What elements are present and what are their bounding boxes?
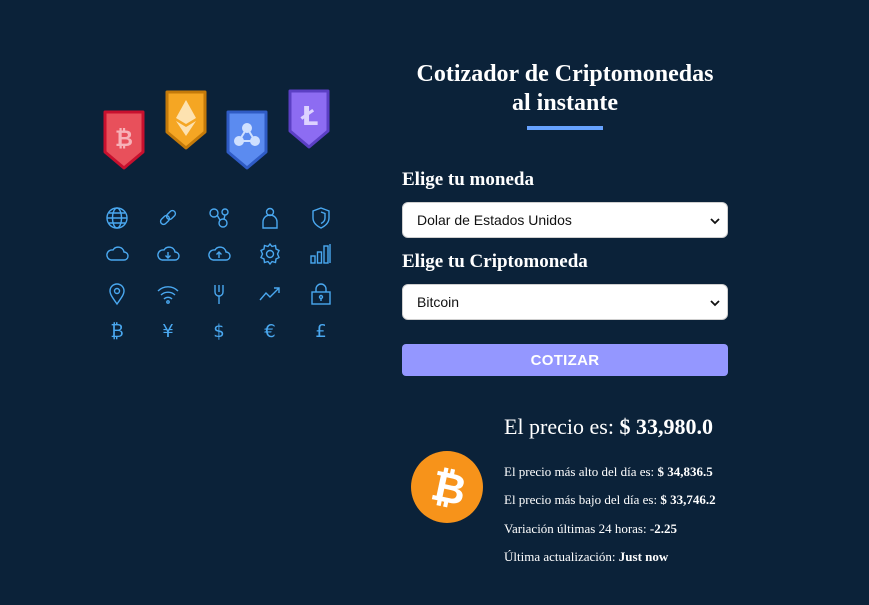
- currency-select-value: Dolar de Estados Unidos: [417, 212, 572, 228]
- title-line-1: Cotizador de Criptomonedas: [416, 61, 714, 87]
- svg-text:$: $: [213, 321, 224, 342]
- fork-icon: [206, 281, 232, 307]
- bitcoin-symbol-icon: ₿: [104, 317, 130, 343]
- crypto-select[interactable]: Bitcoin: [402, 284, 728, 320]
- title-underline: [527, 126, 603, 130]
- cotizar-button[interactable]: COTIZAR: [402, 344, 728, 376]
- price-label: El precio es:: [504, 414, 614, 439]
- price-main: El precio es: $ 33,980.0: [504, 414, 713, 440]
- change-value: -2.25: [649, 521, 677, 536]
- low-price-label: El precio más bajo del día es:: [504, 492, 658, 507]
- currency-select[interactable]: Dolar de Estados Unidos: [402, 202, 728, 238]
- svg-text:Ł: Ł: [300, 102, 319, 132]
- dollar-icon: $: [206, 317, 232, 343]
- bitcoin-coin-icon: ₿: [411, 451, 483, 523]
- high-price-value: $ 34,836.5: [657, 464, 713, 479]
- shield-icon: [308, 205, 334, 231]
- trend-up-icon: [257, 281, 283, 307]
- updated-value: Just now: [618, 549, 669, 564]
- svg-text:£: £: [315, 321, 326, 342]
- chevron-down-icon: [710, 300, 720, 307]
- gear-icon: [257, 241, 283, 267]
- crypto-label: Elige tu Criptomoneda: [402, 251, 588, 272]
- user-icon: [257, 205, 283, 231]
- low-price-line: El precio más bajo del día es: $ 33,746.…: [504, 492, 716, 508]
- pound-icon: £: [308, 317, 334, 343]
- wifi-icon: [155, 281, 181, 307]
- change-label: Variación últimas 24 horas:: [504, 521, 647, 536]
- high-price-label: El precio más alto del día es:: [504, 464, 655, 479]
- lock-icon: [308, 281, 334, 307]
- bitcoin-badge-icon: ₿: [103, 110, 145, 170]
- svg-text:¥: ¥: [162, 321, 173, 342]
- network-icon: [206, 205, 232, 231]
- currency-label: Elige tu moneda: [402, 169, 534, 190]
- low-price-value: $ 33,746.2: [660, 492, 716, 507]
- svg-text:€: €: [264, 321, 275, 342]
- price-value: $ 33,980.0: [619, 414, 713, 439]
- globe-icon: [104, 205, 130, 231]
- icon-grid: ₿ ¥ $ € £: [100, 205, 340, 345]
- cloud-icon: [104, 241, 130, 267]
- ripple-badge-icon: [226, 110, 268, 170]
- svg-text:₿: ₿: [110, 321, 123, 342]
- updated-label: Última actualización:: [504, 549, 616, 564]
- bar-chart-icon: [308, 241, 334, 267]
- link-icon: [155, 205, 181, 231]
- yen-icon: ¥: [155, 317, 181, 343]
- litecoin-badge-icon: Ł: [288, 89, 330, 149]
- ethereum-badge-icon: [165, 90, 207, 150]
- chevron-down-icon: [710, 218, 720, 225]
- euro-icon: €: [257, 317, 283, 343]
- high-price-line: El precio más alto del día es: $ 34,836.…: [504, 464, 713, 480]
- title-line-2: al instante: [511, 90, 618, 116]
- svg-text:₿: ₿: [115, 127, 133, 152]
- crypto-select-value: Bitcoin: [417, 294, 460, 310]
- change-line: Variación últimas 24 horas: -2.25: [504, 521, 677, 537]
- page-title: Cotizador de Criptomonedas al instante: [402, 60, 728, 118]
- cloud-upload-icon: [206, 241, 232, 267]
- location-pin-icon: [104, 281, 130, 307]
- updated-line: Última actualización: Just now: [504, 549, 668, 565]
- cloud-download-icon: [155, 241, 181, 267]
